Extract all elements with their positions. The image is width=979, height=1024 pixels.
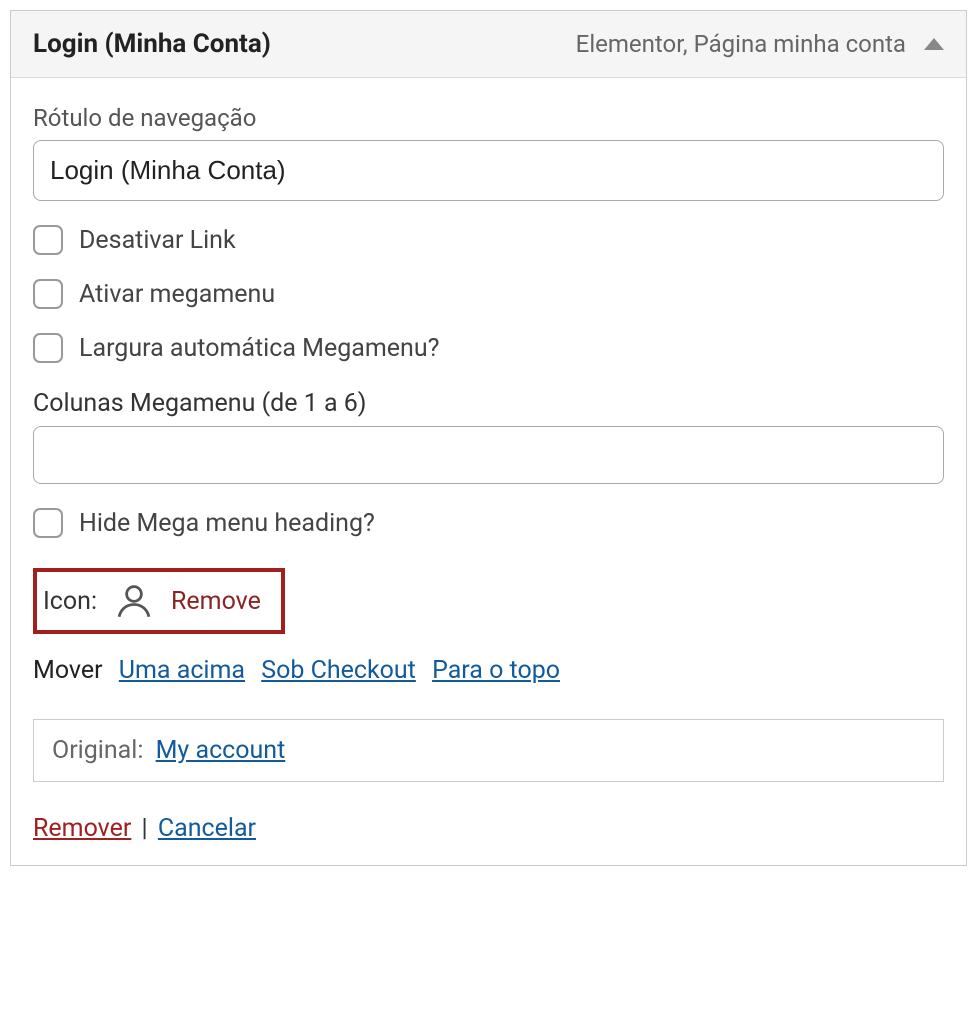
enable-megamenu-checkbox[interactable] <box>33 279 63 309</box>
original-link[interactable]: My account <box>156 736 286 765</box>
original-label: Original: <box>52 736 143 765</box>
footer-row: Remover | Cancelar <box>33 814 944 843</box>
hide-heading-checkbox[interactable] <box>33 508 63 538</box>
columns-input[interactable] <box>33 426 944 484</box>
columns-label: Colunas Megamenu (de 1 a 6) <box>33 389 944 418</box>
auto-width-label: Largura automática Megamenu? <box>79 334 439 363</box>
panel-header[interactable]: Login (Minha Conta) Elementor, Página mi… <box>11 11 966 78</box>
nav-label-input[interactable] <box>33 140 944 201</box>
hide-heading-label: Hide Mega menu heading? <box>79 509 375 538</box>
user-icon[interactable] <box>111 578 157 624</box>
panel-subtitle-text: Elementor, Página minha conta <box>576 30 906 58</box>
disable-link-label: Desativar Link <box>79 226 236 255</box>
icon-row: Icon: Remove <box>33 568 285 634</box>
hide-heading-row: Hide Mega menu heading? <box>33 508 944 538</box>
enable-megamenu-row: Ativar megamenu <box>33 279 944 309</box>
original-box: Original: My account <box>33 719 944 782</box>
chevron-up-icon[interactable] <box>924 38 944 50</box>
move-up-one-link[interactable]: Uma acima <box>119 656 245 685</box>
panel-body: Rótulo de navegação Desativar Link Ativa… <box>11 78 966 865</box>
move-row: Mover Uma acima Sob Checkout Para o topo <box>33 656 944 685</box>
enable-megamenu-label: Ativar megamenu <box>79 280 275 309</box>
move-label: Mover <box>33 656 103 685</box>
disable-link-checkbox[interactable] <box>33 225 63 255</box>
disable-link-row: Desativar Link <box>33 225 944 255</box>
footer-divider: | <box>142 814 148 843</box>
icon-label: Icon: <box>43 587 97 616</box>
remove-item-link[interactable]: Remover <box>33 814 131 843</box>
cancel-link[interactable]: Cancelar <box>158 814 256 843</box>
move-under-checkout-link[interactable]: Sob Checkout <box>261 656 416 685</box>
menu-item-panel: Login (Minha Conta) Elementor, Página mi… <box>10 10 967 866</box>
auto-width-row: Largura automática Megamenu? <box>33 333 944 363</box>
auto-width-checkbox[interactable] <box>33 333 63 363</box>
panel-title: Login (Minha Conta) <box>33 29 271 59</box>
panel-subtitle: Elementor, Página minha conta <box>576 30 944 58</box>
nav-label-label: Rótulo de navegação <box>33 104 944 132</box>
icon-remove-link[interactable]: Remove <box>171 587 261 616</box>
move-to-top-link[interactable]: Para o topo <box>432 656 560 685</box>
